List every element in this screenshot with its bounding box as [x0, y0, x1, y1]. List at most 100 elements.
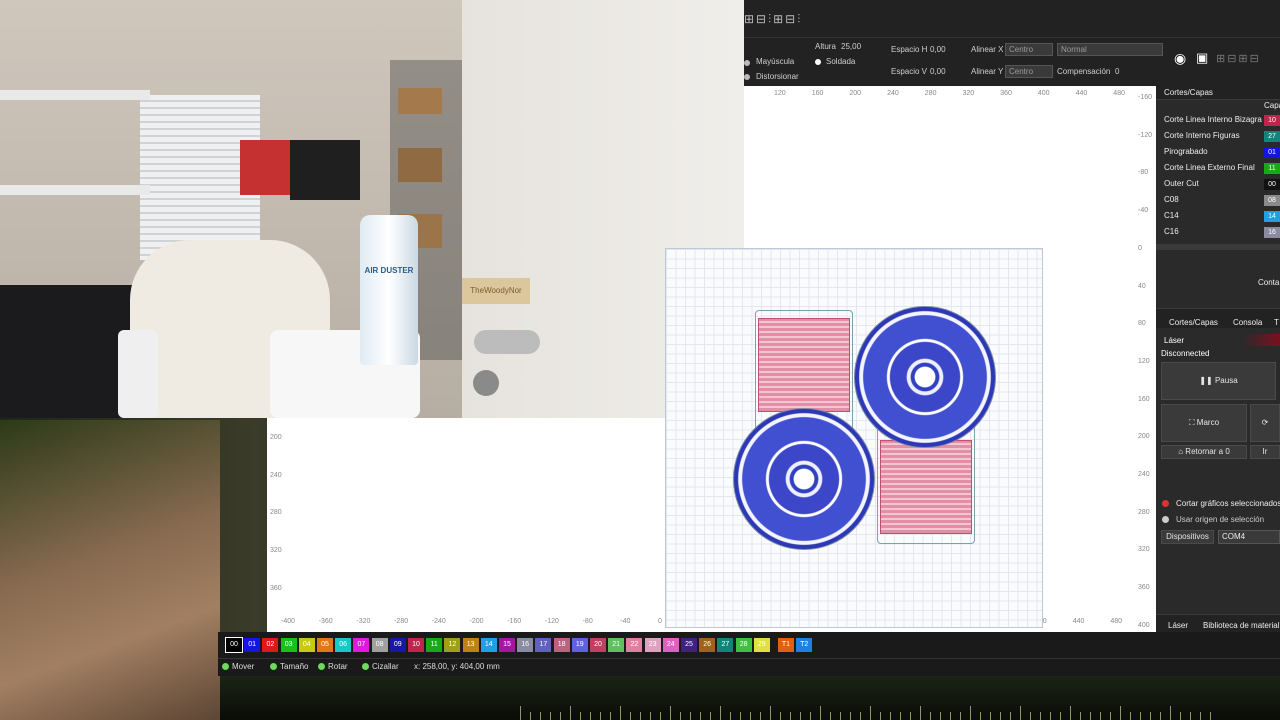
palette-swatch[interactable]: 18: [553, 638, 570, 652]
frame-button[interactable]: ⛶ Marco: [1161, 404, 1247, 442]
palette-swatch[interactable]: 04: [298, 638, 315, 652]
layer-row[interactable]: C16 16: [1156, 224, 1280, 240]
mayuscula-radio[interactable]: [744, 60, 750, 66]
altura-value[interactable]: 25,00: [841, 42, 861, 51]
palette-swatch[interactable]: 28: [735, 638, 752, 652]
cut-selected-radio[interactable]: [1162, 500, 1169, 507]
layer-code[interactable]: 27: [1264, 131, 1280, 142]
layer-row[interactable]: Corte Linea Externo Final 11: [1156, 160, 1280, 176]
ruler-tick: [840, 712, 841, 720]
palette-swatch[interactable]: 22: [626, 638, 643, 652]
more-button[interactable]: ⟳: [1250, 404, 1280, 442]
ruler-tick: [780, 712, 781, 720]
palette-swatch[interactable]: 20: [590, 638, 606, 652]
alinear-y-select[interactable]: Centro: [1005, 65, 1053, 78]
layout-icons[interactable]: ⊞⊟⊞⊟: [1216, 52, 1280, 66]
palette-swatch[interactable]: 08: [371, 638, 388, 652]
layer-row[interactable]: C14 14: [1156, 208, 1280, 224]
mode-select[interactable]: Normal: [1057, 43, 1163, 56]
soldada-radio[interactable]: [815, 59, 821, 65]
text-toolbar: ⊞⊟⫶⊞⊟⫶ ◉ ▣ ⊞⊟⊞⊟ Altura 25,00 Mayúscula S…: [744, 0, 1280, 86]
palette-swatch[interactable]: T2: [796, 638, 813, 652]
shear-tool[interactable]: Cizallar: [362, 662, 399, 671]
ruler-tick-label: -160: [1138, 94, 1153, 101]
home-button[interactable]: ⌂ Retornar a 0: [1161, 445, 1247, 459]
palette-swatch[interactable]: 00: [225, 637, 243, 653]
ruler-tick: [1080, 712, 1081, 720]
laser-section-header: Láser: [1156, 334, 1280, 346]
ruler-tick: [790, 712, 791, 720]
palette-swatch[interactable]: 15: [499, 638, 515, 652]
palette-swatch[interactable]: 09: [389, 638, 406, 652]
ruler-tick: [1060, 712, 1061, 720]
align-icons[interactable]: ⊞⊟⫶⊞⊟⫶: [744, 12, 864, 26]
ruler-tick: [770, 706, 771, 720]
layer-code[interactable]: 10: [1264, 115, 1280, 126]
hinge-pattern-right[interactable]: [880, 440, 972, 534]
palette-swatch[interactable]: 29: [753, 638, 770, 652]
palette-swatch[interactable]: 26: [699, 638, 716, 652]
ruler-tick-label: 0: [1138, 244, 1142, 252]
layer-code[interactable]: 16: [1264, 227, 1280, 238]
palette-swatch[interactable]: 02: [262, 638, 279, 652]
palette-swatch[interactable]: 14: [480, 638, 497, 652]
palette-swatch[interactable]: 19: [571, 638, 588, 652]
espacio-h-value[interactable]: 0,00: [930, 45, 946, 54]
layer-code[interactable]: 08: [1264, 195, 1280, 206]
layer-row[interactable]: Outer Cut 00: [1156, 176, 1280, 192]
devices-button[interactable]: Dispositivos: [1161, 530, 1214, 544]
palette-swatch[interactable]: 27: [717, 638, 734, 652]
layer-row[interactable]: Corte Interno Figuras 27: [1156, 128, 1280, 144]
palette-swatch[interactable]: 06: [335, 638, 352, 652]
use-origin-radio[interactable]: [1162, 516, 1169, 523]
camera-icon[interactable]: ▣: [1196, 50, 1212, 66]
layer-row[interactable]: Corte Linea Interno Bizagra 10: [1156, 112, 1280, 128]
size-tool[interactable]: Tamaño: [270, 662, 308, 671]
palette-swatch[interactable]: 23: [644, 638, 661, 652]
layers-scrollbar[interactable]: [1156, 244, 1280, 250]
right-panel: Cortes/Capas Capa Corte Linea Interno Bi…: [1156, 86, 1280, 632]
palette-swatch[interactable]: 07: [353, 638, 370, 652]
palette-swatch[interactable]: 10: [408, 638, 424, 652]
pause-button[interactable]: ❚❚ Pausa: [1161, 362, 1276, 400]
layer-row[interactable]: Pirograbado 01: [1156, 144, 1280, 160]
tab-material-library[interactable]: Biblioteca de material: [1203, 621, 1279, 630]
move-tool[interactable]: Mover: [222, 662, 254, 671]
port-select[interactable]: COM4: [1218, 530, 1280, 544]
bottle-label: AIR DUSTER: [364, 266, 414, 275]
layer-row[interactable]: C08 08: [1156, 192, 1280, 208]
tab-more[interactable]: T: [1274, 318, 1279, 327]
palette-swatch[interactable]: 13: [462, 638, 479, 652]
ruler-tick: [550, 712, 551, 720]
alinear-x-select[interactable]: Centro: [1005, 43, 1053, 56]
layer-code[interactable]: 01: [1264, 147, 1280, 158]
tab-cortes-capas[interactable]: Cortes/Capas: [1169, 318, 1218, 327]
tab-laser[interactable]: Láser: [1168, 621, 1188, 630]
distorsionar-radio[interactable]: [744, 74, 750, 80]
palette-swatch[interactable]: 17: [535, 638, 552, 652]
layer-code[interactable]: 00: [1264, 179, 1280, 190]
layer-code[interactable]: 11: [1264, 163, 1280, 174]
ruler-tick-label: 80: [1138, 320, 1146, 328]
palette-swatch[interactable]: T1: [778, 638, 794, 652]
rotate-tool[interactable]: Rotar: [318, 662, 348, 671]
altura-label: Altura: [815, 42, 836, 51]
palette-swatch[interactable]: 12: [444, 638, 461, 652]
layer-code[interactable]: 14: [1264, 211, 1280, 222]
palette-swatch[interactable]: 25: [681, 638, 697, 652]
go-button[interactable]: Ir: [1250, 445, 1280, 459]
palette-swatch[interactable]: 24: [662, 638, 679, 652]
eye-icon[interactable]: ◉: [1174, 50, 1194, 66]
palette-swatch[interactable]: 16: [517, 638, 534, 652]
palette-swatch[interactable]: 01: [244, 638, 261, 652]
compensacion-value[interactable]: 0: [1115, 67, 1119, 76]
hinge-pattern-left[interactable]: [758, 318, 850, 412]
tab-consola[interactable]: Consola: [1233, 318, 1262, 327]
palette-swatch[interactable]: 11: [426, 638, 443, 652]
espacio-v-value[interactable]: 0,00: [930, 67, 946, 76]
mandala-top[interactable]: [854, 306, 996, 448]
palette-swatch[interactable]: 03: [280, 638, 297, 652]
palette-swatch[interactable]: 21: [608, 638, 625, 652]
mandala-bottom[interactable]: [733, 408, 875, 550]
palette-swatch[interactable]: 05: [317, 638, 333, 652]
